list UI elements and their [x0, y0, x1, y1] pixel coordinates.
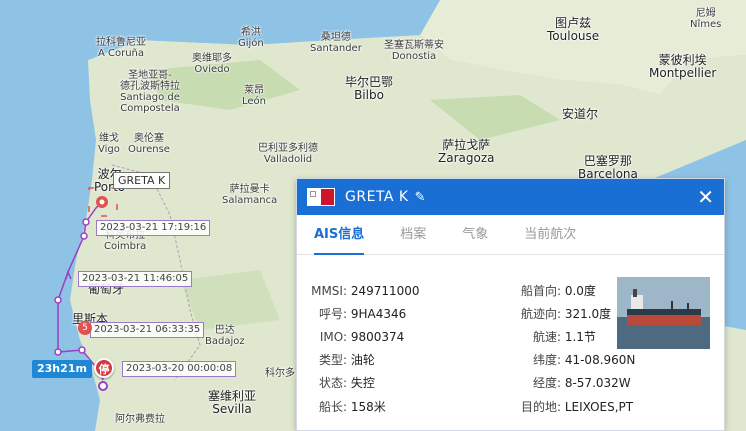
- track-timestamp[interactable]: 2023-03-21 06:33:35: [90, 322, 205, 338]
- city-label: 毕尔巴鄂 Bilbo: [345, 75, 394, 102]
- city-label: 维戈 Vigo: [98, 133, 120, 155]
- info-row: 类型: 油轮: [318, 353, 375, 367]
- city-label: 圣地亚哥- 德孔波斯特拉 Santiago de Compostela: [120, 70, 180, 114]
- city-label: 巴达 Badajoz: [205, 325, 245, 347]
- info-row: MMSI: 249711000: [311, 284, 420, 298]
- info-row: 航速: 1.1节: [532, 330, 596, 344]
- stop-duration-badge: 23h21m: [32, 360, 92, 378]
- info-row: IMO: 9800374: [319, 330, 405, 344]
- city-label: 奥伦塞 Ourense: [128, 133, 170, 155]
- city-label: 阿尔弗费拉: [115, 414, 165, 425]
- ship-name-label[interactable]: GRETA K: [113, 172, 171, 189]
- city-label: 萨拉曼卡 Salamanca: [222, 184, 278, 206]
- panel-tabs: AIS信息 档案 气象 当前航次: [297, 215, 724, 255]
- city-label: 奥维耶多 Oviedo: [192, 53, 232, 75]
- edit-icon[interactable]: ✎: [415, 190, 426, 205]
- event-badge[interactable]: 5: [78, 321, 92, 335]
- city-label: 莱昂 León: [242, 85, 267, 107]
- info-row: 船长: 158米: [318, 400, 386, 414]
- city-label: 拉科鲁尼亚 A Coruña: [96, 37, 146, 59]
- city-label: 尼姆 Nîmes: [690, 8, 722, 30]
- vessel-info-panel: GRETA K ✎ ✕ AIS信息 档案 气象 当前航次 MMSI: 24971…: [296, 178, 725, 431]
- city-label: 萨拉戈萨 Zaragoza: [438, 138, 495, 165]
- city-label: 圣塞瓦斯蒂安 Donostia: [384, 40, 444, 62]
- city-label: 安道尔: [562, 107, 599, 121]
- track-timestamp[interactable]: 2023-03-20 00:00:08: [122, 361, 237, 377]
- info-row: 状态: 失控: [318, 376, 375, 390]
- city-label: 巴利亚多利德 Valladolid: [258, 143, 318, 165]
- tab-weather[interactable]: 气象: [462, 215, 488, 254]
- tab-current-voyage[interactable]: 当前航次: [524, 215, 576, 254]
- city-label: 塞维利亚 Sevilla: [208, 389, 257, 416]
- info-row: 经度: 8-57.032W: [532, 376, 631, 390]
- panel-header: GRETA K ✎ ✕: [297, 179, 724, 215]
- close-button[interactable]: ✕: [697, 187, 714, 207]
- info-row: 目的地: LEIXOES,PT: [520, 400, 634, 414]
- city-label: 蒙彼利埃 Montpellier: [649, 53, 717, 80]
- track-timestamp[interactable]: 2023-03-21 11:46:05: [78, 271, 193, 287]
- city-label: 桑坦德 Santander: [310, 32, 362, 54]
- info-row: 纬度: 41-08.960N: [532, 353, 636, 367]
- city-label: 希洪 Gijón: [238, 27, 264, 49]
- city-label: 图卢兹 Toulouse: [547, 16, 600, 43]
- vessel-name: GRETA K: [345, 189, 409, 205]
- tab-ais-info[interactable]: AIS信息: [314, 215, 365, 255]
- malta-flag-icon: [307, 188, 335, 206]
- stop-marker-icon[interactable]: 停: [94, 358, 114, 378]
- tab-archive[interactable]: 档案: [400, 215, 426, 254]
- info-row: 呼号: 9HA4346: [318, 307, 407, 321]
- info-row: 航迹向: 321.0度: [520, 307, 612, 321]
- track-timestamp[interactable]: 2023-03-21 17:19:16: [96, 220, 211, 236]
- vessel-photo[interactable]: [617, 277, 710, 349]
- info-row: 船首向: 0.0度: [520, 284, 596, 298]
